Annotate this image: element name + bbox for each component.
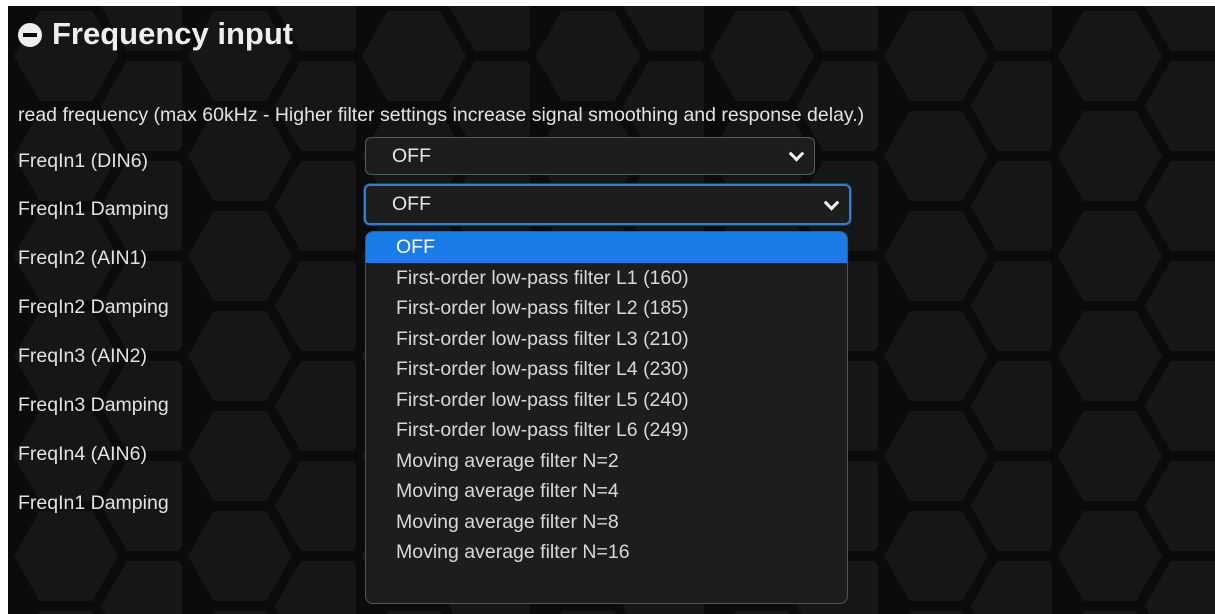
section-toggle[interactable]: Frequency input (18, 14, 293, 54)
freqin1-label: FreqIn1 (DIN6) (18, 150, 149, 172)
section-title: Frequency input (52, 16, 294, 51)
freqin1-damping-select-value: OFF (392, 193, 431, 215)
frequency-input-panel: Frequency input read frequency (max 60kH… (8, 6, 1215, 614)
freqin2-damping-label: FreqIn2 Damping (18, 296, 169, 318)
dropdown-option[interactable]: First-order low-pass filter L4 (230) (366, 354, 847, 385)
dropdown-option[interactable]: Moving average filter N=8 (366, 507, 847, 538)
dropdown-option[interactable]: OFF (366, 232, 847, 263)
freqin1-damping-label-2: FreqIn1 Damping (18, 492, 169, 514)
freqin2-label: FreqIn2 (AIN1) (18, 247, 147, 269)
freqin1-select-value: OFF (392, 144, 431, 167)
section-description: read frequency (max 60kHz - Higher filte… (18, 104, 865, 126)
dropdown-option[interactable]: Moving average filter N=16 (366, 537, 847, 568)
dropdown-option[interactable]: First-order low-pass filter L5 (240) (366, 385, 847, 416)
freqin1-damping-select[interactable]: OFF (364, 184, 851, 225)
minus-circle-icon (18, 23, 42, 47)
freqin4-label: FreqIn4 (AIN6) (18, 443, 147, 465)
chevron-down-icon (823, 194, 840, 211)
damping-dropdown-list: OFF First-order low-pass filter L1 (160)… (365, 231, 848, 604)
freqin3-damping-label: FreqIn3 Damping (18, 394, 169, 416)
dropdown-option[interactable]: First-order low-pass filter L1 (160) (366, 263, 847, 294)
dropdown-option[interactable]: First-order low-pass filter L3 (210) (366, 324, 847, 355)
dropdown-option[interactable]: Moving average filter N=2 (366, 446, 847, 477)
freqin3-label: FreqIn3 (AIN2) (18, 345, 147, 367)
dropdown-option[interactable]: First-order low-pass filter L2 (185) (366, 293, 847, 324)
dropdown-option[interactable]: First-order low-pass filter L6 (249) (366, 415, 847, 446)
freqin1-damping-label: FreqIn1 Damping (18, 198, 169, 220)
chevron-down-icon (788, 146, 805, 162)
dropdown-option[interactable]: Moving average filter N=4 (366, 476, 847, 507)
freqin1-select[interactable]: OFF (365, 137, 815, 175)
